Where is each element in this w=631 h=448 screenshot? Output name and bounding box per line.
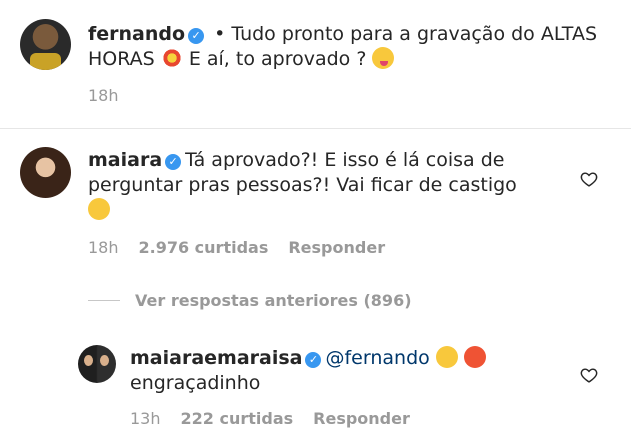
reply-text: maiaraemaraisa ✓ @fernando engraçadinho xyxy=(130,346,570,396)
angry-face-emoji-icon xyxy=(463,346,486,368)
caption-text-line2: HORAS xyxy=(88,48,155,70)
comment-meta: 18h 2.976 curtidas Responder xyxy=(88,238,385,257)
smirk-emoji-icon xyxy=(435,346,458,368)
steam-nose-emoji-icon xyxy=(88,198,110,220)
view-replies-label[interactable]: Ver respostas anteriores (896) xyxy=(135,291,412,310)
avatar-shirt xyxy=(30,53,61,70)
reply-meta: 13h 222 curtidas Responder xyxy=(130,409,410,428)
reply-timestamp[interactable]: 13h xyxy=(130,409,161,428)
avatar-face-left xyxy=(84,355,93,366)
view-previous-replies[interactable]: Ver respostas anteriores (896) xyxy=(88,290,412,310)
reply-username[interactable]: maiaraemaraisa xyxy=(130,347,302,369)
replies-rule xyxy=(88,299,120,301)
avatar-maiara[interactable] xyxy=(20,147,71,198)
comment-text-line1: Tá aprovado?! E isso é lá coisa de xyxy=(185,149,505,171)
post-caption: fernando ✓ • Tudo pronto para a gravação … xyxy=(0,0,631,128)
section-divider xyxy=(0,128,631,129)
comment-text-line2: perguntar pras pessoas?! Vai ficar de ca… xyxy=(88,174,517,196)
comment-username[interactable]: maiara xyxy=(88,149,162,171)
verified-icon: ✓ xyxy=(165,154,182,170)
reply-likes[interactable]: 222 curtidas xyxy=(181,409,294,428)
like-heart-icon[interactable] xyxy=(580,171,598,187)
caption-text: fernando ✓ • Tudo pronto para a gravação … xyxy=(88,22,618,72)
verified-icon: ✓ xyxy=(305,352,322,368)
caption-username[interactable]: fernando xyxy=(88,23,185,45)
comment-timestamp[interactable]: 18h xyxy=(88,238,119,257)
verified-icon: ✓ xyxy=(188,28,205,44)
reply-text-line2: engraçadinho xyxy=(130,372,261,394)
reply-reply-button[interactable]: Responder xyxy=(313,409,410,428)
winking-tongue-emoji-icon xyxy=(372,47,395,69)
collision-emoji-icon xyxy=(160,47,183,69)
comment-reply-button[interactable]: Responder xyxy=(288,238,385,257)
comment-likes[interactable]: 2.976 curtidas xyxy=(139,238,269,257)
reply-mention[interactable]: @fernando xyxy=(325,347,429,369)
avatar-face-right xyxy=(100,355,109,366)
caption-text-line1: Tudo pronto para a gravação do ALTAS xyxy=(231,23,597,45)
caption-bullet: • xyxy=(208,23,232,45)
avatar-maiaraemaraisa[interactable] xyxy=(78,345,116,383)
caption-timestamp[interactable]: 18h xyxy=(88,86,119,105)
caption-meta: 18h xyxy=(88,86,119,105)
avatar-fernando[interactable] xyxy=(20,19,71,70)
like-heart-icon[interactable] xyxy=(580,367,598,383)
caption-text-line2-end: E aí, to aprovado ? xyxy=(188,48,367,70)
comment-text: maiara ✓ Tá aprovado?! E isso é lá coisa d… xyxy=(88,148,568,223)
